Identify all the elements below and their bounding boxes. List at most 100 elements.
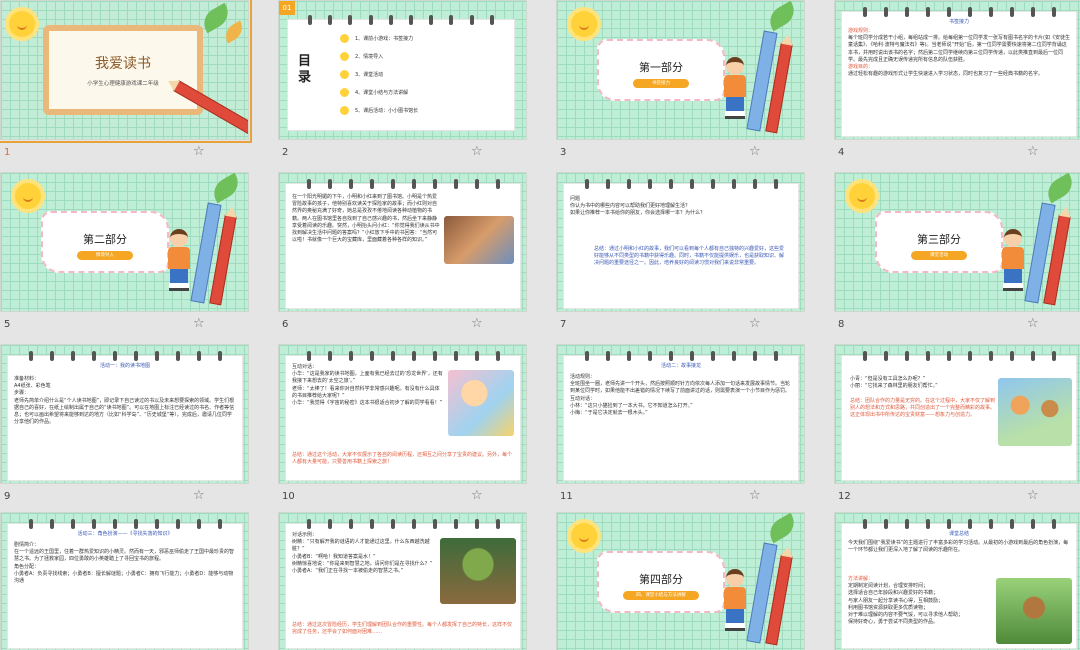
monkey-reading-image bbox=[996, 578, 1072, 644]
slide-9-canvas[interactable]: 活动一：我的读书地图 准备材料： A4纸张、彩色笔 步骤： 老师先简单介绍什么是… bbox=[0, 344, 249, 484]
slide-sorter-grid: 我爱读书 小学生心理健康游戏课二年级 1 ☆ 01 目录 1、课前小游戏：书签接… bbox=[0, 0, 1080, 650]
slide-thumbnail-1[interactable]: 我爱读书 小学生心理健康游戏课二年级 1 ☆ bbox=[0, 0, 252, 168]
toc-item[interactable]: 1、课前小游戏：书签接力 bbox=[355, 36, 413, 42]
section-tag: 书签接力 bbox=[633, 79, 689, 88]
sun-icon bbox=[849, 183, 875, 209]
text-line: A4纸张、彩色笔 bbox=[14, 383, 51, 390]
slide-thumbnail-2[interactable]: 01 目录 1、课前小游戏：书签接力 2、情境导入 3、课堂活动 4、课堂小结与… bbox=[278, 0, 527, 168]
summary-text: 总结：通过这次冒险经历，学生们理解到团队合作的重要性。每个人都发挥了自己的特长，… bbox=[292, 622, 513, 636]
leaf-icon bbox=[764, 513, 800, 544]
star-icon[interactable]: ☆ bbox=[471, 144, 483, 159]
boy-illustration bbox=[717, 57, 753, 121]
content-card: 问题 你认为书中的哪些内容可以帮助我们更好地理解生活？ 如果让你推荐一本书给你的… bbox=[563, 179, 799, 309]
content-card: 小青：“但是没有工具怎么办呢？” 小丽：“它找来了森林里的朋友们帮忙。” 总结：… bbox=[841, 351, 1077, 481]
sun-icon bbox=[571, 523, 597, 549]
star-icon[interactable]: ☆ bbox=[471, 488, 483, 503]
toc-title: 目录 bbox=[298, 54, 312, 85]
text-line: 步骤： bbox=[14, 390, 30, 397]
summary-text: 总结：通过小明和小红的故事，我们可以看到每个人都有自己独特的兴趣爱好，这些爱好能… bbox=[594, 246, 785, 267]
toc-item[interactable]: 5、课后活动：小小图书馆长 bbox=[355, 108, 418, 114]
slide-12-canvas[interactable]: 小青：“但是没有工具怎么办呢？” 小丽：“它找来了森林里的朋友们帮忙。” 总结：… bbox=[834, 344, 1080, 484]
section-card: 第三部分 课堂活动 bbox=[875, 211, 1003, 273]
slide-10-canvas[interactable]: 互动对话： 小华：“这是我家的读书地图，上面有我已经去过的‘恐龙世界’，还有我接… bbox=[278, 344, 527, 484]
leaf-icon bbox=[220, 20, 248, 44]
toc-list: 1、课前小游戏：书签接力 2、情境导入 3、课堂活动 4、课堂小结与方法讲解 5… bbox=[340, 34, 418, 124]
slide-thumbnail-14[interactable]: 对话示例： 树精：“只有解开我的谜语的人才能通过这里。什么东西越洗越脏？” 小勇… bbox=[278, 512, 527, 650]
slide-4-canvas[interactable]: 书签接力 游戏规则： 每个班同学分成若干小组，每组站成一排。给每组第一位同学发一… bbox=[834, 0, 1080, 140]
slide-6-canvas[interactable]: 在一个阳光明媚的下午，小明和小红来到了图书馆。小明是个热爱冒险故事的孩子，他特别… bbox=[278, 172, 527, 312]
slide-thumbnail-6[interactable]: 在一个阳光明媚的下午，小明和小红来到了图书馆。小明是个热爱冒险故事的孩子，他特别… bbox=[278, 172, 527, 340]
slide-thumbnail-13[interactable]: 活动三：角色扮演——《寻找失落的知识》 剧情简介： 在一个遥远的王国里，住着一群… bbox=[0, 512, 249, 650]
slide-14-canvas[interactable]: 对话示例： 树精：“只有解开我的谜语的人才能通过这里。什么东西越洗越脏？” 小勇… bbox=[278, 512, 527, 650]
slide-number: 9 bbox=[4, 491, 11, 502]
slide-16-canvas[interactable]: 课堂总结 今天我们围绕“我爱读书”的主题进行了丰富多彩的学习活动。从最初的小游戏… bbox=[834, 512, 1080, 650]
section-badge: 01 bbox=[279, 1, 295, 15]
star-icon[interactable]: ☆ bbox=[749, 144, 761, 159]
slide-thumbnail-8[interactable]: 第三部分 课堂活动 8 ☆ bbox=[834, 172, 1080, 340]
slide-number: 10 bbox=[282, 491, 295, 502]
section-title: 第二部分 bbox=[83, 233, 127, 246]
slide-13-canvas[interactable]: 活动三：角色扮演——《寻找失落的知识》 剧情简介： 在一个遥远的王国里，住着一群… bbox=[0, 512, 249, 650]
text-line: 在一个阳光明媚的下午，小明和小红来到了图书馆。小明是个热爱冒险故事的孩子，他特别… bbox=[292, 194, 440, 244]
title: 我爱读书 bbox=[95, 56, 151, 72]
slide-11-canvas[interactable]: 活动二：故事接龙 活动规则： 全班围坐一圈，老师先讲一个开头，然后按照顺时针方向… bbox=[556, 344, 805, 484]
boy-illustration bbox=[161, 229, 197, 293]
toc-item[interactable]: 4、课堂小结与方法讲解 bbox=[355, 90, 408, 96]
content-card: 活动二：故事接龙 活动规则： 全班围坐一圈，老师先讲一个开头，然后按照顺时针方向… bbox=[563, 351, 799, 481]
text-line: 全班围坐一圈，老师先讲一个开头，然后按照顺时针方向依次每人添加一句话来发展故事情… bbox=[570, 381, 791, 395]
star-icon[interactable]: ☆ bbox=[749, 316, 761, 331]
text-line: 树精：“只有解开我的谜语的人才能通过这里。什么东西越洗越脏？” bbox=[292, 539, 430, 553]
star-icon[interactable]: ☆ bbox=[471, 316, 483, 331]
text-line: 小丽：“它找来了森林里的朋友们帮忙。” bbox=[850, 383, 938, 390]
toc-card: 目录 1、课前小游戏：书签接力 2、情境导入 3、课堂活动 4、课堂小结与方法讲… bbox=[287, 15, 515, 131]
slide-thumbnail-10[interactable]: 互动对话： 小华：“这是我家的读书地图，上面有我已经去过的‘恐龙世界’，还有我接… bbox=[278, 344, 527, 512]
text-line: 互动对话： bbox=[570, 395, 596, 402]
slide-thumbnail-7[interactable]: 问题 你认为书中的哪些内容可以帮助我们更好地理解生活？ 如果让你推荐一本书给你的… bbox=[556, 172, 805, 340]
text-line: 每个班同学分成若干小组，每组站成一排。给每组第一位同学发一张写有图书名字的卡片(… bbox=[848, 35, 1070, 63]
forest-tree-image bbox=[440, 538, 516, 604]
slide-thumbnail-16[interactable]: 课堂总结 今天我们围绕“我爱读书”的主题进行了丰富多彩的学习活动。从最初的小游戏… bbox=[834, 512, 1080, 650]
slide-number: 11 bbox=[560, 491, 573, 502]
slide-thumbnail-12[interactable]: 小青：“但是没有工具怎么办呢？” 小丽：“它找来了森林里的朋友们帮忙。” 总结：… bbox=[834, 344, 1080, 512]
text-line: 老师先简单介绍什么是“个人读书地图”，即记录下自己读过的书以及未来想要探索的领域… bbox=[14, 397, 235, 426]
slide-thumbnail-15[interactable]: 第四部分 四、课堂小结与方法讲解 15 ☆ bbox=[556, 512, 805, 650]
star-icon[interactable]: ☆ bbox=[1027, 144, 1039, 159]
slide-7-canvas[interactable]: 问题 你认为书中的哪些内容可以帮助我们更好地理解生活？ 如果让你推荐一本书给你的… bbox=[556, 172, 805, 312]
slide-thumbnail-3[interactable]: 第一部分 书签接力 3 ☆ bbox=[556, 0, 805, 168]
slide-8-canvas[interactable]: 第三部分 课堂活动 bbox=[834, 172, 1080, 312]
girl-with-books-image bbox=[448, 370, 514, 436]
star-icon[interactable]: ☆ bbox=[749, 488, 761, 503]
star-icon[interactable]: ☆ bbox=[1027, 316, 1039, 331]
slide-thumbnail-11[interactable]: 活动二：故事接龙 活动规则： 全班围坐一圈，老师先讲一个开头，然后按照顺时针方向… bbox=[556, 344, 805, 512]
toc-item[interactable]: 2、情境导入 bbox=[355, 54, 383, 60]
slide-1-canvas[interactable]: 我爱读书 小学生心理健康游戏课二年级 bbox=[0, 0, 252, 143]
slide-3-canvas[interactable]: 第一部分 书签接力 bbox=[556, 0, 805, 140]
text-line: 选择适合自己年龄段和兴趣爱好的书籍； bbox=[848, 590, 939, 597]
toc-item[interactable]: 3、课堂活动 bbox=[355, 72, 383, 78]
slide-15-canvas[interactable]: 第四部分 四、课堂小结与方法讲解 bbox=[556, 512, 805, 650]
text-line: 角色分配： bbox=[14, 563, 40, 570]
section-card: 第四部分 四、课堂小结与方法讲解 bbox=[597, 551, 725, 613]
section-tag: 课堂活动 bbox=[911, 251, 967, 260]
text-line: 小林：“这只小猫捡到了一本大书，它不知道怎么打开。” bbox=[570, 402, 693, 409]
slide-thumbnail-4[interactable]: 书签接力 游戏规则： 每个班同学分成若干小组，每组站成一排。给每组第一位同学发一… bbox=[834, 0, 1080, 168]
slide-number: 5 bbox=[4, 319, 11, 330]
star-icon[interactable]: ☆ bbox=[1027, 488, 1039, 503]
slide-5-canvas[interactable]: 第二部分 情境导入 bbox=[0, 172, 249, 312]
star-icon[interactable]: ☆ bbox=[193, 144, 205, 159]
content-card: 对话示例： 树精：“只有解开我的谜语的人才能通过这里。什么东西越洗越脏？” 小勇… bbox=[285, 519, 521, 649]
text-line: 在一个遥远的王国里，住着一群热爱知识的小精灵。然而有一天，邪恶巫师偷走了王国中最… bbox=[14, 549, 235, 563]
content-card: 互动对话： 小华：“这是我家的读书地图，上面有我已经去过的‘恐龙世界’，还有我接… bbox=[285, 351, 521, 481]
text-line: 树精惊喜地说：“你是来到智慧之地，请问你们是在寻找什么？” bbox=[292, 560, 433, 567]
slide-2-canvas[interactable]: 01 目录 1、课前小游戏：书签接力 2、情境导入 3、课堂活动 4、课堂小结与… bbox=[278, 0, 527, 140]
star-icon[interactable]: ☆ bbox=[193, 316, 205, 331]
card-heading: 活动一：我的读书地图 bbox=[99, 363, 150, 369]
star-icon[interactable]: ☆ bbox=[193, 488, 205, 503]
text-line: 与家人朋友一起分享读书心得，互相鼓励； bbox=[848, 597, 944, 604]
text-line: 利用图书馆资源获取更多优质读物； bbox=[848, 604, 929, 611]
leaf-icon bbox=[208, 173, 244, 204]
slide-thumbnail-9[interactable]: 活动一：我的读书地图 准备材料： A4纸张、彩色笔 步骤： 老师先简单介绍什么是… bbox=[0, 344, 249, 512]
section-card: 第一部分 书签接力 bbox=[597, 39, 725, 101]
slide-thumbnail-5[interactable]: 第二部分 情境导入 5 ☆ bbox=[0, 172, 249, 340]
slide-number: 4 bbox=[838, 147, 845, 158]
